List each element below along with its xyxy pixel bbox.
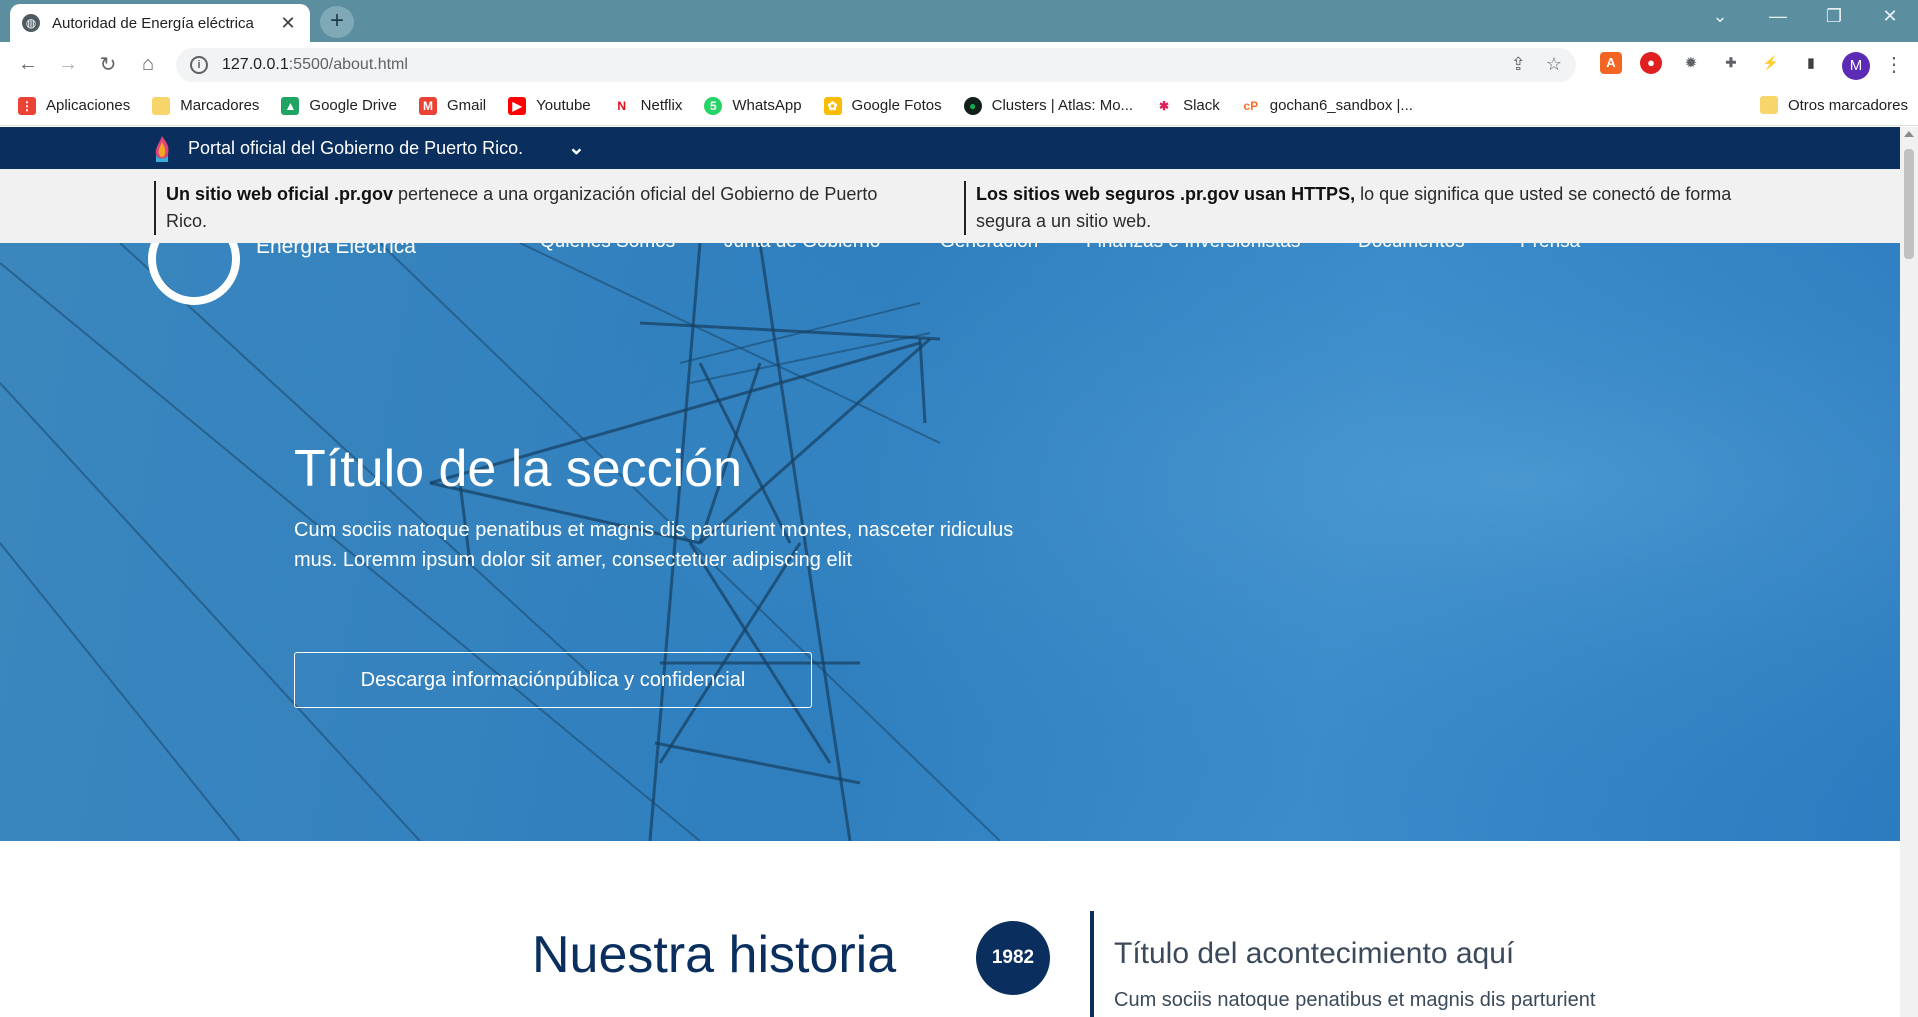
bookmark-label: gochan6_sandbox |... — [1269, 97, 1413, 114]
google-photos-icon: ✿ — [823, 96, 842, 115]
page-scrollbar[interactable] — [1900, 127, 1918, 1017]
url-host: 127.0.0.1 — [222, 56, 289, 73]
chevron-down-icon[interactable]: ⌄ — [568, 135, 585, 160]
restore-icon[interactable]: ❐ — [1814, 6, 1854, 27]
gov-portal-text: Portal oficial del Gobierno de Puerto Ri… — [188, 138, 524, 158]
bookmark-item[interactable]: ● Clusters | Atlas: Mo... — [963, 96, 1134, 115]
apps-grid-icon: ⋮ — [18, 96, 36, 115]
browser-tab[interactable]: ◍ Autoridad de Energía eléctrica ✕ — [10, 4, 310, 42]
other-bookmarks-label: Otros marcadores — [1787, 96, 1908, 114]
bookmark-item[interactable]: ✿ Google Fotos — [823, 96, 942, 115]
netflix-icon: N — [612, 96, 631, 115]
download-info-button[interactable]: Descarga informaciónpública y confidenci… — [294, 652, 812, 708]
folder-icon — [1759, 96, 1778, 114]
browser-tab-strip: ◍ Autoridad de Energía eléctrica ✕ + ⌄ —… — [0, 0, 1918, 42]
site-brand-name[interactable]: Energía Eléctrica — [256, 243, 416, 259]
year-badge[interactable]: 1982 — [976, 921, 1050, 995]
slack-icon: ✱ — [1155, 96, 1174, 115]
bookmark-label: Google Drive — [309, 97, 397, 114]
official-site-notice: Un sitio web oficial .pr.gov pertenece a… — [0, 169, 1900, 243]
address-bar[interactable]: i 127.0.0.1:5500/about.html ⇪ ☆ — [176, 48, 1576, 82]
nav-documentos[interactable]: Documentos — [1358, 243, 1465, 253]
scrollbar-thumb[interactable] — [1904, 149, 1914, 259]
secure-site-note: Los sitios web seguros .pr.gov usan HTTP… — [964, 181, 1744, 235]
pr-gov-logo-icon — [155, 136, 169, 162]
page-viewport: Portal oficial del Gobierno de Puerto Ri… — [0, 127, 1900, 1017]
tab-search-icon[interactable]: ⌄ — [1700, 6, 1740, 27]
nav-finanzas[interactable]: Finanzas e Inversionistas — [1086, 243, 1300, 253]
browser-menu-icon[interactable]: ⋮ — [1884, 52, 1904, 77]
nav-prensa[interactable]: Prensa — [1520, 243, 1580, 253]
settings-extension-icon[interactable]: ✹ — [1680, 52, 1702, 74]
event-title: Título del acontecimiento aquí — [1114, 937, 1515, 970]
home-icon[interactable]: ⌂ — [128, 53, 168, 76]
nav-quienes-somos[interactable]: Quiénes Somos — [540, 243, 675, 253]
bookmark-item[interactable]: cP gochan6_sandbox |... — [1241, 96, 1413, 115]
minimize-icon[interactable]: — — [1758, 6, 1798, 27]
bookmark-label: Aplicaciones — [46, 97, 131, 114]
bookmark-item[interactable]: M Gmail — [418, 96, 487, 115]
side-panel-icon[interactable]: ▮ — [1800, 52, 1822, 74]
history-section: Nuestra historia 1982 Título del acontec… — [0, 841, 1900, 1017]
whatsapp-icon: 5 — [704, 96, 723, 115]
bookmarks-bar: ⋮ Aplicaciones Marcadores ▲ Google Drive M… — [0, 86, 1918, 126]
extensions-puzzle-icon[interactable]: ✚ — [1720, 52, 1742, 74]
hero-description: Cum sociis natoque penatibus et magnis d… — [294, 519, 1014, 571]
bookmark-item[interactable]: ⋮ Aplicaciones — [18, 96, 131, 115]
site-info-icon[interactable]: i — [190, 56, 208, 74]
bookmark-label: Youtube — [536, 97, 591, 114]
close-tab-icon[interactable]: ✕ — [278, 13, 298, 34]
nav-junta-de-gobierno[interactable]: Junta de Gobierno — [724, 243, 880, 253]
timeline-divider — [1090, 911, 1094, 1017]
new-tab-button[interactable]: + — [320, 6, 354, 38]
forward-icon[interactable]: → — [48, 53, 88, 76]
cpanel-icon: cP — [1241, 96, 1260, 115]
hero-title: Título de la sección — [294, 440, 743, 498]
bookmark-label: Google Fotos — [851, 97, 942, 114]
back-icon[interactable]: ← — [8, 53, 48, 76]
gmail-icon: M — [418, 96, 437, 115]
bookmark-label: Clusters | Atlas: Mo... — [991, 97, 1134, 114]
history-heading: Nuestra historia — [532, 926, 897, 984]
other-bookmarks[interactable]: Otros marcadores — [1759, 96, 1908, 114]
url-path: :5500/about.html — [288, 56, 408, 73]
notice-bold: Los sitios web seguros .pr.gov usan HTTP… — [976, 184, 1356, 204]
event-description: Cum sociis natoque penatibus et magnis d… — [1114, 989, 1596, 1011]
adblock-extension-icon[interactable]: ● — [1640, 52, 1662, 74]
close-window-icon[interactable]: ✕ — [1870, 6, 1910, 27]
hero-section: Quiénes Somos Junta de Gobierno Generaci… — [0, 243, 1900, 841]
share-icon[interactable]: ⇪ — [1511, 54, 1526, 75]
globe-icon: ◍ — [22, 14, 40, 32]
nav-generacion[interactable]: Generación — [940, 243, 1038, 253]
folder-icon — [152, 96, 171, 115]
bookmark-label: Netflix — [640, 97, 683, 114]
profile-avatar[interactable]: M — [1842, 52, 1870, 80]
bookmark-label: Slack — [1183, 97, 1220, 114]
reload-icon[interactable]: ↻ — [88, 52, 128, 77]
mongodb-icon: ● — [963, 96, 982, 115]
bookmark-star-icon[interactable]: ☆ — [1546, 54, 1562, 75]
bookmark-item[interactable]: ✱ Slack — [1155, 96, 1220, 115]
translate-extension-icon[interactable]: A — [1600, 52, 1622, 74]
bookmark-label: Marcadores — [180, 97, 260, 114]
bookmark-item[interactable]: ▶ Youtube — [508, 96, 591, 115]
gov-banner: Portal oficial del Gobierno de Puerto Ri… — [0, 127, 1900, 169]
notice-bold: Un sitio web oficial .pr.gov — [166, 184, 394, 204]
bookmark-item[interactable]: N Netflix — [612, 96, 683, 115]
tab-title: Autoridad de Energía eléctrica — [52, 14, 254, 32]
bookmark-label: WhatsApp — [732, 97, 802, 114]
bookmark-item[interactable]: Marcadores — [152, 96, 260, 115]
google-drive-icon: ▲ — [281, 96, 300, 115]
official-site-note: Un sitio web oficial .pr.gov pertenece a… — [154, 181, 894, 235]
youtube-icon: ▶ — [508, 96, 527, 115]
url-text[interactable]: 127.0.0.1:5500/about.html — [222, 56, 408, 74]
performance-icon[interactable]: ⚡ — [1760, 52, 1782, 74]
bookmark-item[interactable]: 5 WhatsApp — [704, 96, 802, 115]
bookmark-label: Gmail — [446, 97, 487, 114]
scroll-up-icon[interactable] — [1904, 131, 1914, 137]
bookmark-item[interactable]: ▲ Google Drive — [281, 96, 397, 115]
